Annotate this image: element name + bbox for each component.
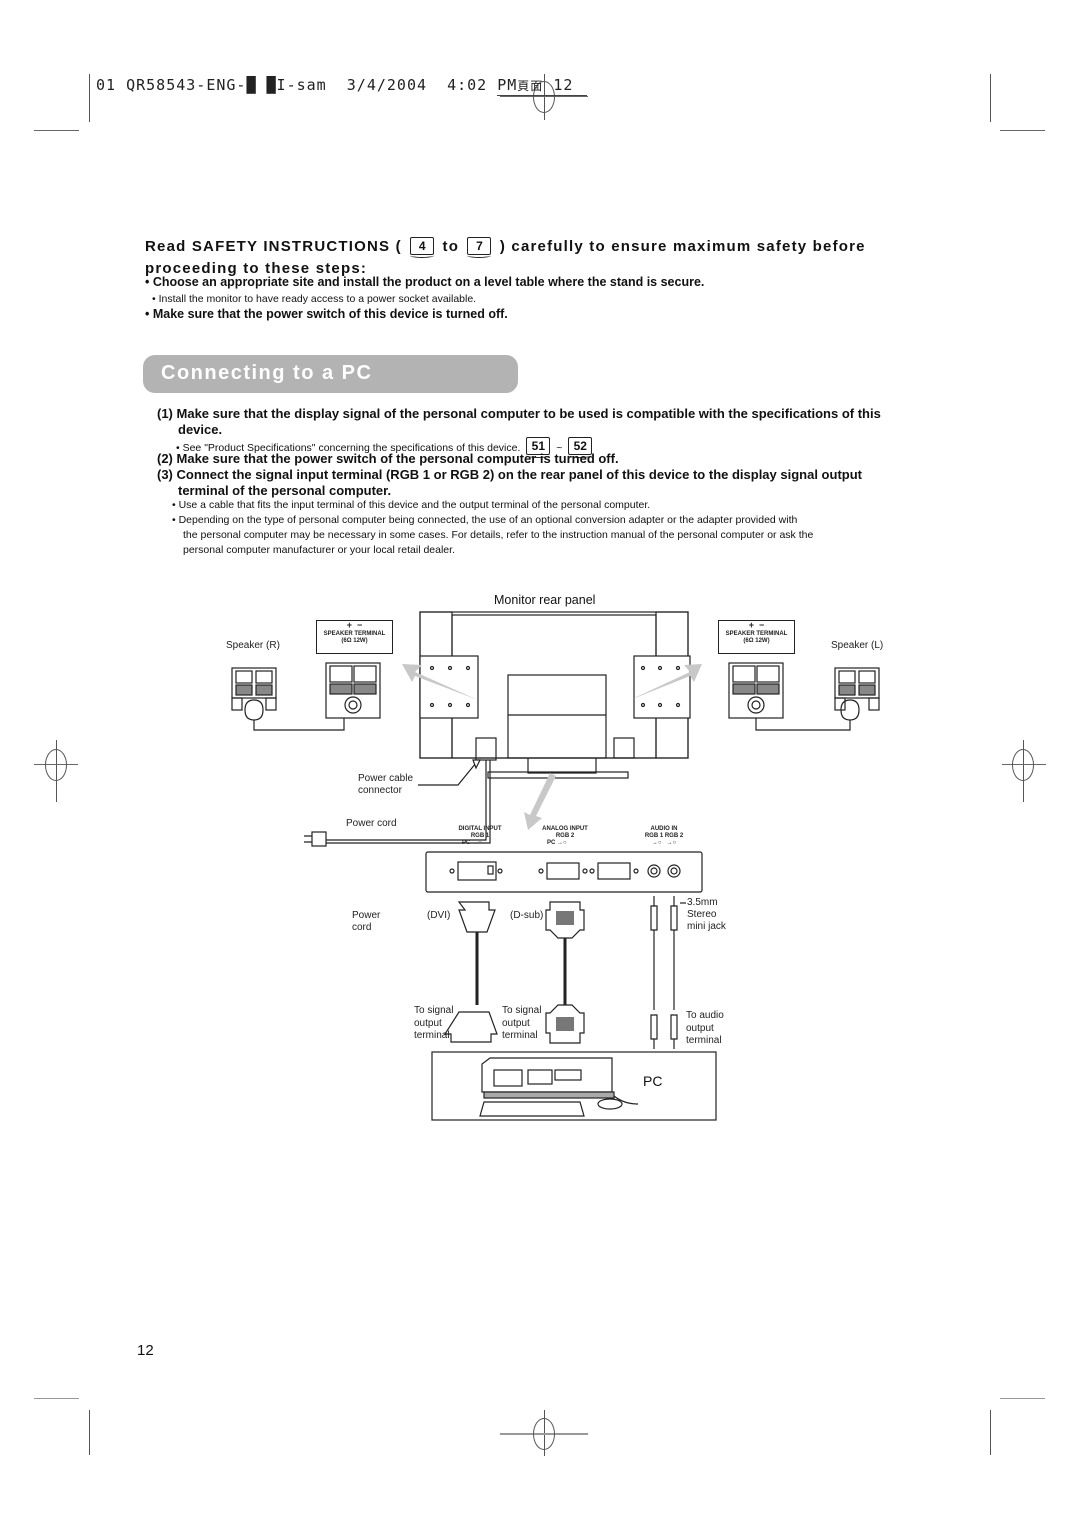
power-cord-label-2: Power cord	[352, 910, 380, 934]
pc-input-symbol: PC →○	[547, 840, 567, 846]
input-symbol: →○	[651, 840, 662, 846]
power-cable-connector-label: Power cable connector	[358, 773, 413, 797]
label-line: mini jack	[687, 921, 726, 932]
analog-input-label: ANALOG INPUT RGB 2 PC →○	[533, 826, 597, 847]
pc-illustration	[431, 1051, 717, 1121]
label-line: To audio	[686, 1010, 724, 1021]
dsub-cable	[545, 901, 585, 1044]
label-line: RGB 2	[555, 833, 575, 839]
label-line: To signal	[414, 1005, 454, 1016]
page-number: 12	[137, 1342, 154, 1359]
label-line: Power	[352, 910, 381, 921]
audio-cable	[650, 896, 686, 1049]
to-signal-output-dvi: To signal output terminal	[414, 1005, 453, 1043]
power-cord-label: Power cord	[346, 818, 397, 829]
label-line: To signal	[502, 1005, 542, 1016]
to-signal-output-dsub: To signal output terminal	[502, 1005, 541, 1043]
label-line: cord	[352, 922, 372, 933]
label-line: 3.5mm	[687, 897, 718, 908]
label-line: output	[414, 1017, 442, 1029]
label-line: terminal	[414, 1030, 450, 1041]
label-line: output	[686, 1022, 714, 1034]
label-line: Stereo	[687, 909, 717, 920]
label-line: Power cable	[358, 773, 414, 784]
to-audio-output: To audio output terminal	[686, 1010, 724, 1048]
dvi-label: (DVI)	[427, 910, 451, 921]
dsub-label: (D-sub)	[510, 910, 544, 921]
label-line: terminal	[686, 1035, 722, 1046]
label-line: terminal	[502, 1030, 538, 1041]
mini-jack-label: 3.5mm Stereo mini jack	[687, 897, 726, 933]
connection-diagram	[231, 611, 880, 1121]
label-line: RGB 1 RGB 2	[644, 833, 684, 839]
label-line: AUDIO IN	[650, 826, 678, 832]
speaker-l-terminals	[834, 667, 880, 721]
monitor-rear-panel	[419, 611, 691, 779]
digital-input-label: DIGITAL INPUT RGB 1 PC →○	[450, 826, 510, 847]
label-line: connector	[358, 785, 402, 796]
input-symbol: →○	[666, 840, 677, 846]
speaker-terminal-r	[325, 662, 381, 719]
label-line: output	[502, 1017, 530, 1029]
label-line: DIGITAL INPUT	[458, 826, 502, 832]
label-line: RGB 1	[470, 833, 490, 839]
speaker-terminal-l	[728, 662, 851, 731]
label-line: ANALOG INPUT	[542, 826, 588, 832]
pc-label: PC	[643, 1073, 663, 1089]
pc-input-symbol: PC →○	[462, 840, 482, 846]
connector-panel	[425, 851, 703, 893]
audio-in-label: AUDIO IN RGB 1 RGB 2 →○ →○	[638, 826, 690, 847]
